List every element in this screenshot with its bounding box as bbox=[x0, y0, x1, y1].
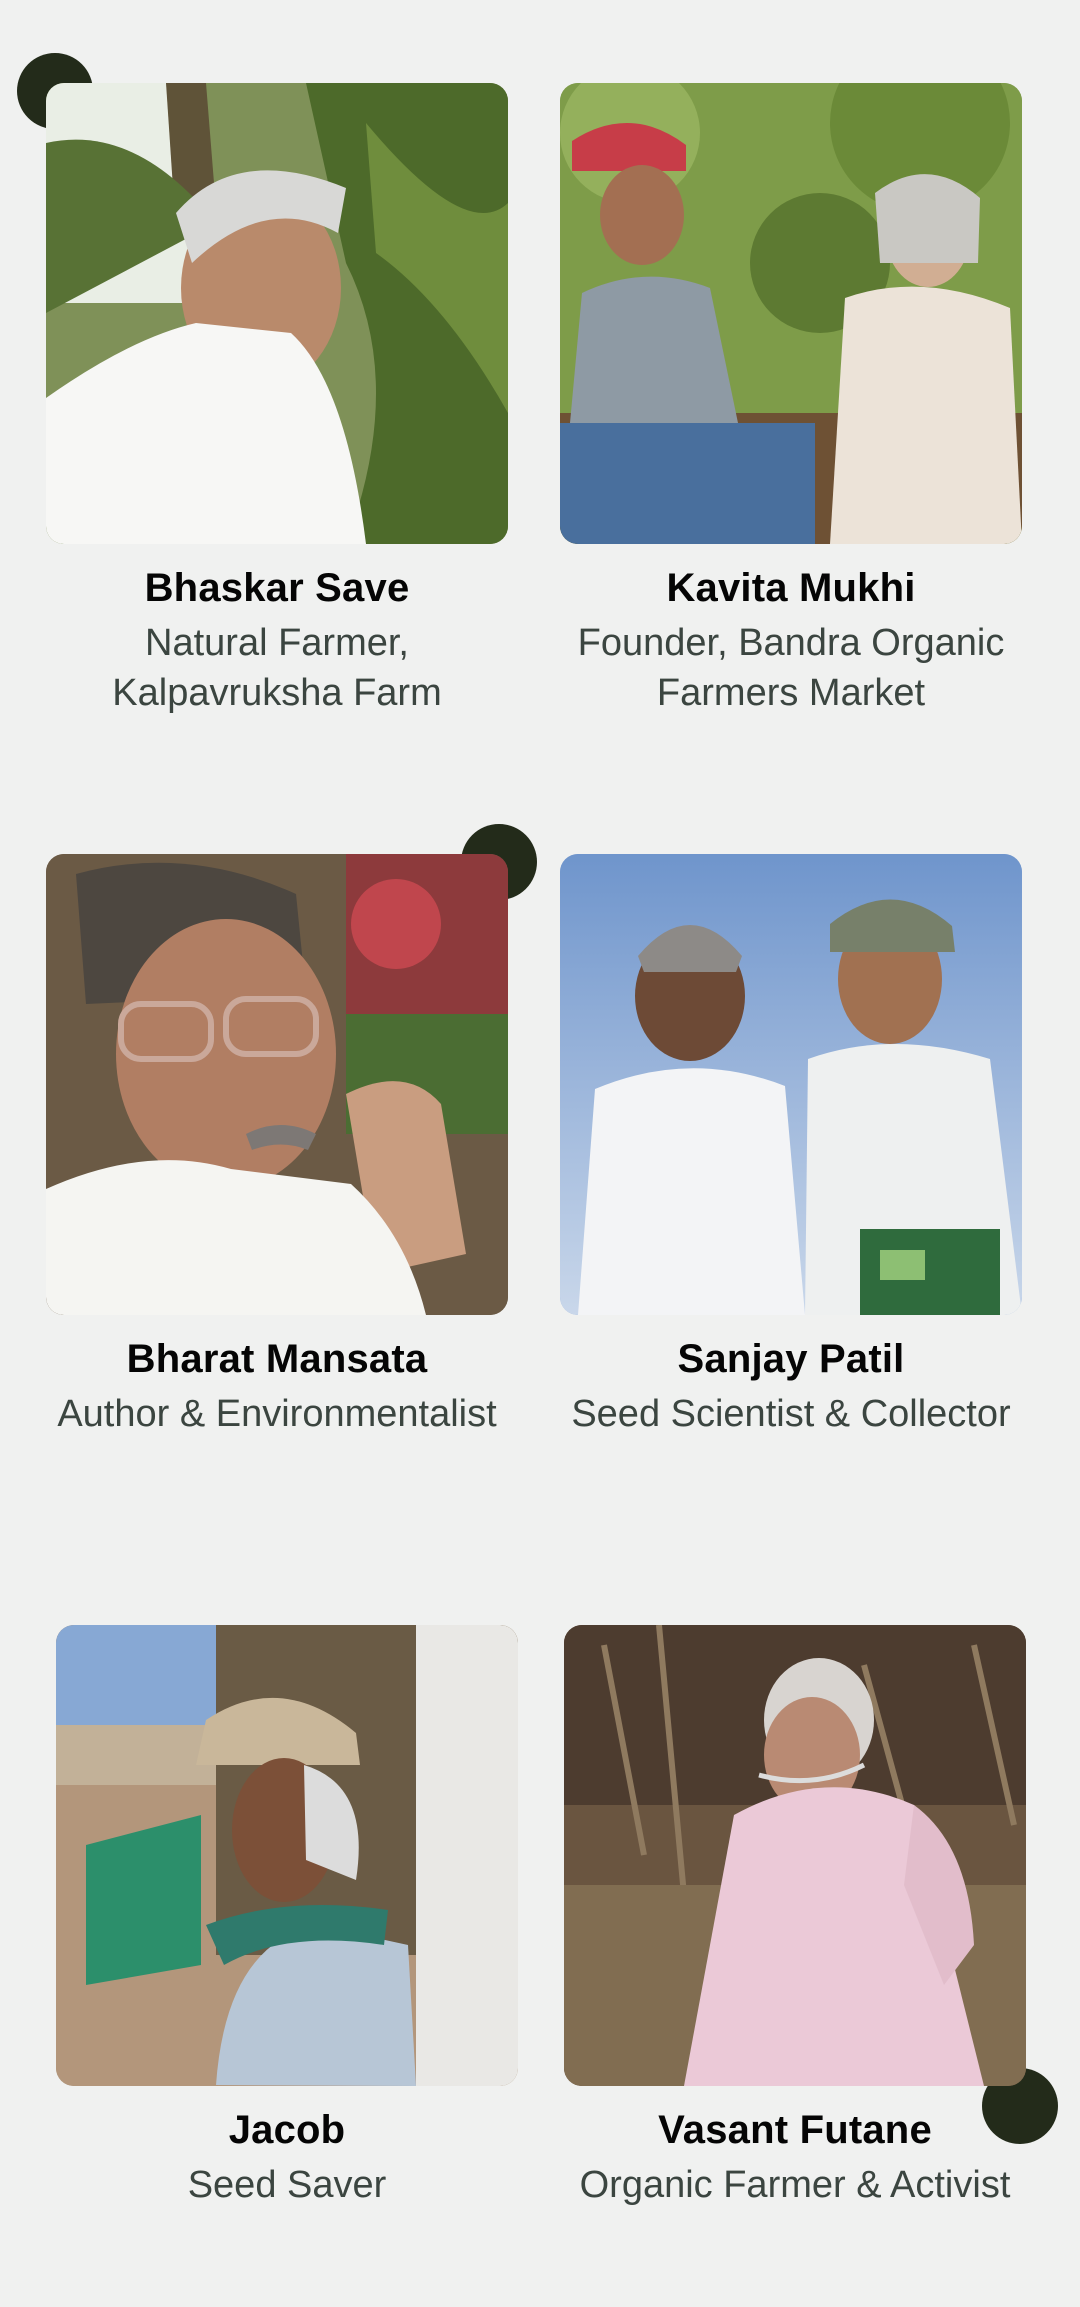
person-photo-image bbox=[560, 83, 1022, 544]
person-role: Author & Environmentalist bbox=[57, 1393, 497, 1435]
person-role: Seed Scientist & Collector bbox=[571, 1393, 1011, 1435]
person-photo-image bbox=[560, 854, 1022, 1315]
person-role: Organic Farmer & Activist bbox=[579, 2164, 1011, 2206]
person-card-bharat-mansata[interactable]: Bharat Mansata Author & Environmentalist bbox=[46, 854, 508, 1439]
person-name: Kavita Mukhi bbox=[666, 566, 916, 610]
person-photo bbox=[564, 1625, 1026, 2086]
person-photo bbox=[560, 854, 1022, 1315]
person-role: Seed Saver bbox=[187, 2164, 387, 2206]
person-photo bbox=[56, 1625, 518, 2086]
person-photo-image bbox=[564, 1625, 1026, 2086]
person-photo bbox=[46, 83, 508, 544]
person-card-jacob[interactable]: Jacob Seed Saver bbox=[56, 1625, 518, 2210]
person-card-bhaskar-save[interactable]: Bhaskar Save Natural Farmer, Kalpavruksh… bbox=[46, 83, 508, 718]
person-name: Bharat Mansata bbox=[126, 1337, 428, 1381]
person-card-kavita-mukhi[interactable]: Kavita Mukhi Founder, Bandra Organic Far… bbox=[560, 83, 1022, 718]
person-card-vasant-futane[interactable]: Vasant Futane Organic Farmer & Activist bbox=[564, 1625, 1026, 2210]
person-photo-image bbox=[46, 854, 508, 1315]
person-name: Jacob bbox=[228, 2108, 346, 2152]
person-photo-image bbox=[46, 83, 508, 544]
person-name: Sanjay Patil bbox=[677, 1337, 905, 1381]
person-photo bbox=[46, 854, 508, 1315]
person-card-sanjay-patil[interactable]: Sanjay Patil Seed Scientist & Collector bbox=[560, 854, 1022, 1439]
person-photo-image bbox=[56, 1625, 518, 2086]
person-role: Founder, Bandra Organic Farmers Market bbox=[577, 622, 1005, 714]
person-role: Natural Farmer, Kalpavruksha Farm bbox=[112, 622, 442, 714]
person-name: Vasant Futane bbox=[658, 2108, 932, 2152]
person-photo bbox=[560, 83, 1022, 544]
person-name: Bhaskar Save bbox=[144, 566, 410, 610]
